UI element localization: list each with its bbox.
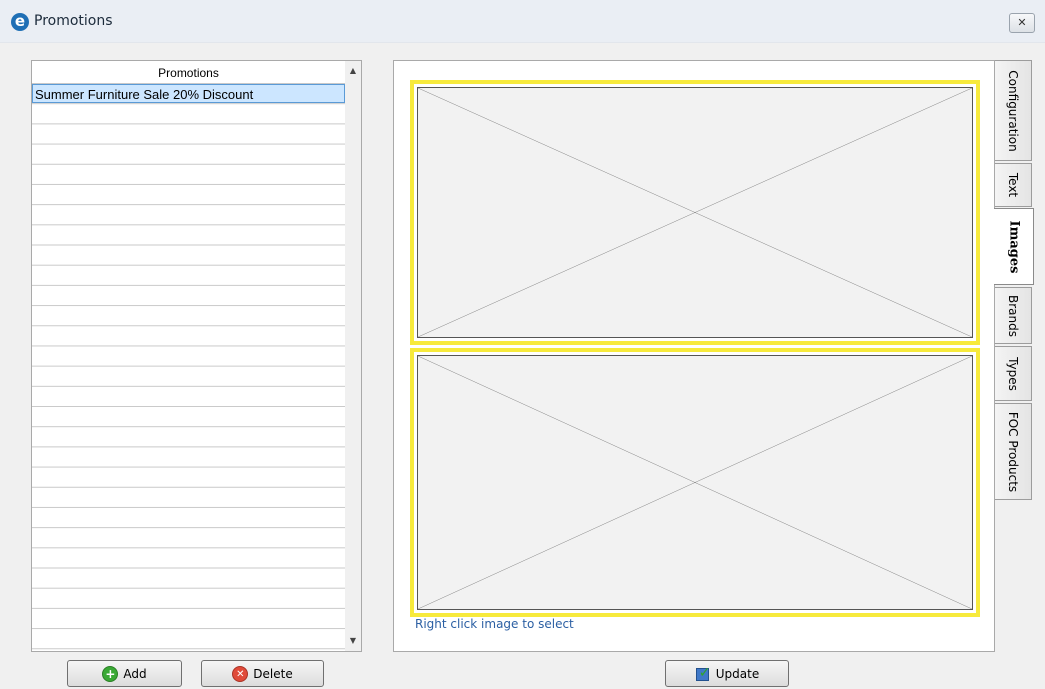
delete-button-label: Delete — [253, 666, 293, 681]
delete-icon: ✕ — [232, 665, 249, 682]
tab-label: Brands — [1006, 294, 1020, 337]
image-placeholder-icon — [417, 355, 973, 610]
app-logo-icon: e — [11, 13, 29, 31]
image-placeholder-icon — [417, 87, 973, 338]
save-check-icon: ✓ — [695, 666, 711, 682]
images-panel: Right click image to select — [393, 60, 995, 652]
tab-images[interactable]: Images — [994, 208, 1034, 285]
window-title: Promotions — [34, 13, 113, 29]
tab-configuration[interactable]: Configuration — [995, 60, 1032, 161]
tab-label: Text — [1006, 172, 1020, 198]
close-button[interactable]: ✕ — [1009, 13, 1035, 33]
list-scrollbar[interactable]: ▲ ▼ — [345, 61, 361, 651]
list-rows: Summer Furniture Sale 20% Discount — [32, 84, 346, 650]
tab-text[interactable]: Text — [995, 163, 1032, 207]
update-button-label: Update — [715, 666, 760, 681]
title-bar: e Promotions ✕ — [0, 0, 1045, 43]
update-button[interactable]: ✓ Update — [665, 660, 789, 687]
tab-label: Configuration — [1006, 69, 1020, 152]
delete-button[interactable]: ✕ Delete — [201, 660, 324, 687]
tab-label: Types — [1006, 356, 1020, 391]
scroll-up-arrow-icon[interactable]: ▲ — [345, 63, 361, 79]
list-column-header[interactable]: Promotions — [32, 61, 345, 84]
image-hint-text: Right click image to select — [415, 617, 574, 631]
tab-label: FOC Products — [1006, 411, 1020, 492]
list-item[interactable]: Summer Furniture Sale 20% Discount — [32, 84, 345, 103]
image-slot-2[interactable] — [410, 348, 980, 617]
tab-foc-products[interactable]: FOC Products — [995, 403, 1032, 500]
tab-types[interactable]: Types — [995, 346, 1032, 401]
add-button-label: Add — [123, 666, 147, 681]
add-button[interactable]: + Add — [67, 660, 182, 687]
image-slot-1[interactable] — [410, 80, 980, 345]
tab-label: Images — [1006, 220, 1021, 273]
tab-brands[interactable]: Brands — [995, 287, 1032, 344]
promotions-list: Promotions Summer Furniture Sale 20% Dis… — [31, 60, 362, 652]
add-icon: + — [102, 665, 119, 682]
scroll-down-arrow-icon[interactable]: ▼ — [345, 633, 361, 649]
